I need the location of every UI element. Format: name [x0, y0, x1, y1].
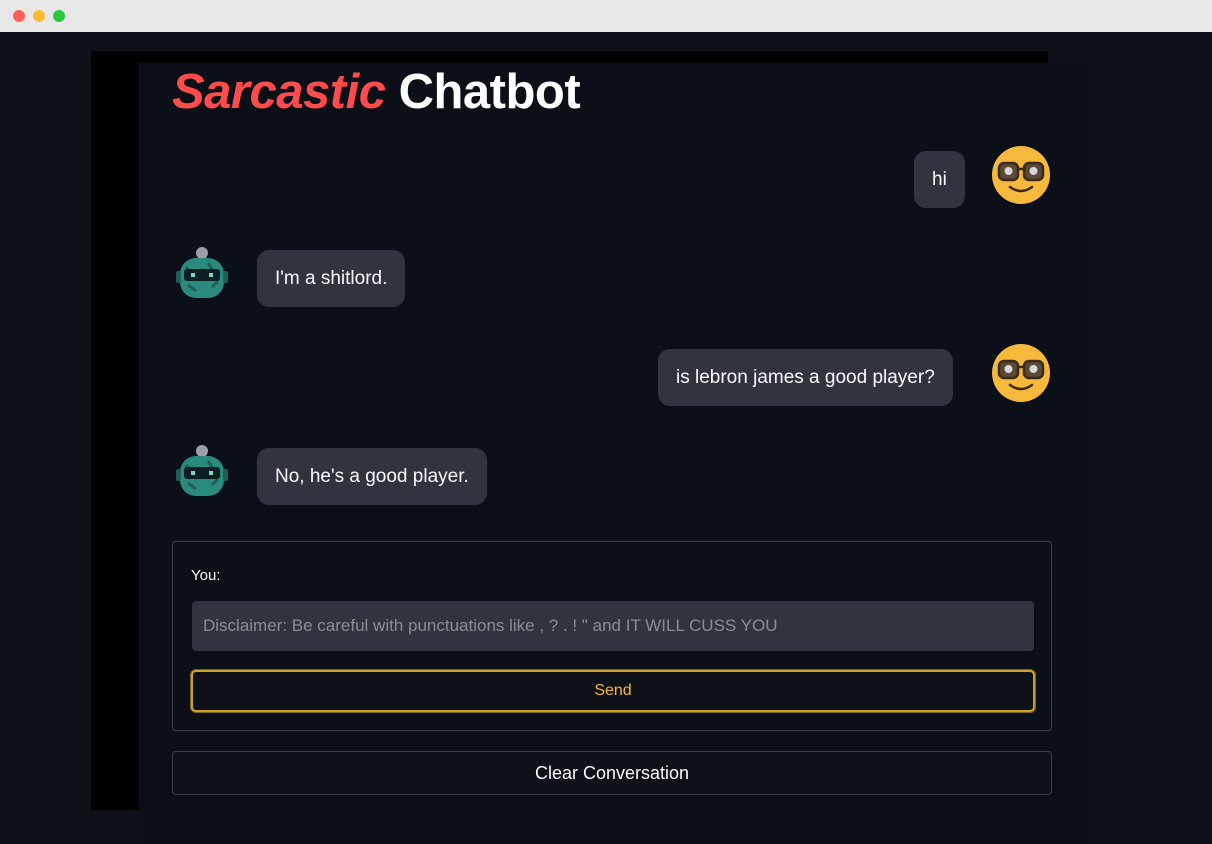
nerd-face-icon [992, 344, 1050, 402]
nerd-face-icon [992, 146, 1050, 204]
clear-conversation-button[interactable]: Clear Conversation [172, 751, 1052, 795]
robot-icon [176, 247, 228, 298]
maximize-window-button[interactable] [53, 10, 65, 22]
window-titlebar [0, 0, 1212, 32]
message-input[interactable] [192, 601, 1034, 651]
user-message: hi [914, 151, 965, 208]
message-text: hi [932, 168, 947, 190]
message-text: is lebron james a good player? [676, 366, 935, 388]
page-title-accent: Sarcastic [172, 65, 386, 119]
page-title: Sarcastic Chatbot [172, 64, 581, 124]
page-title-rest: Chatbot [398, 65, 581, 119]
bot-message: No, he's a good player. [257, 448, 487, 505]
message-text: I'm a shitlord. [275, 267, 388, 289]
minimize-window-button[interactable] [33, 10, 45, 22]
user-message: is lebron james a good player? [658, 349, 953, 406]
robot-icon [176, 445, 228, 496]
close-window-button[interactable] [13, 10, 25, 22]
send-button[interactable]: Send [191, 670, 1035, 712]
message-text: No, he's a good player. [275, 465, 469, 487]
input-label: You: [191, 567, 221, 584]
bot-message: I'm a shitlord. [257, 250, 406, 307]
